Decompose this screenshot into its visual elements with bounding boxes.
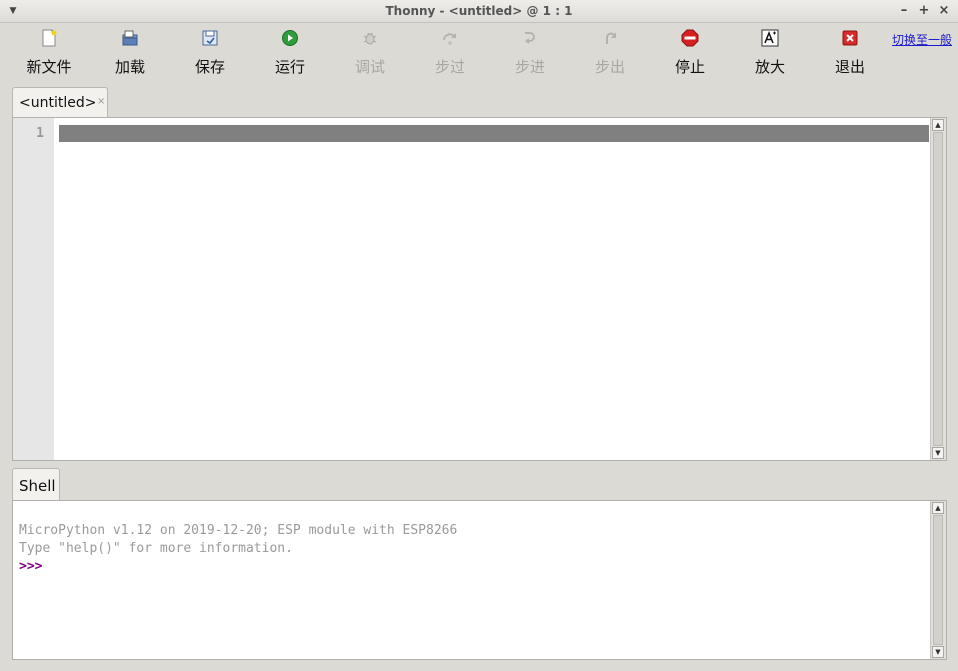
title-bar: ▼ Thonny - <untitled> @ 1 : 1 – + ×: [0, 0, 958, 23]
shell-scroll-down-arrow-icon[interactable]: ▼: [932, 646, 944, 658]
zoom-button[interactable]: 放大: [735, 27, 805, 77]
shell-scrollbar[interactable]: ▲ ▼: [930, 501, 946, 659]
shell-prompt[interactable]: >>>: [19, 559, 42, 574]
stop-button[interactable]: 停止: [655, 27, 725, 77]
scroll-down-arrow-icon[interactable]: ▼: [932, 447, 944, 459]
zoom-font-icon: [761, 29, 779, 47]
new-file-icon: [42, 29, 57, 47]
close-tab-icon[interactable]: ×: [97, 96, 105, 107]
code-text-area[interactable]: [54, 118, 930, 460]
shell-tab-label: Shell: [19, 477, 56, 495]
tab-untitled[interactable]: <untitled> ×: [12, 87, 108, 117]
exit-button[interactable]: 退出: [815, 27, 885, 77]
load-button[interactable]: 加载: [95, 27, 165, 77]
exit-icon: [842, 30, 858, 46]
step-into-button[interactable]: 步进: [495, 27, 565, 77]
run-button[interactable]: 运行: [255, 27, 325, 77]
window-title: Thonny - <untitled> @ 1 : 1: [385, 4, 573, 18]
shell-scrollbar-thumb[interactable]: [933, 515, 943, 645]
switch-mode-link[interactable]: 切换至一般: [892, 31, 952, 48]
step-out-button[interactable]: 步出: [575, 27, 645, 77]
scroll-up-arrow-icon[interactable]: ▲: [932, 119, 944, 131]
tab-label: <untitled>: [19, 95, 97, 111]
new-file-button[interactable]: 新文件: [14, 27, 84, 77]
step-over-button[interactable]: 步过: [415, 27, 485, 77]
save-icon: [202, 30, 218, 46]
shell-help-line: Type "help()" for more information.: [19, 541, 293, 556]
run-icon: [282, 30, 298, 46]
stop-icon: [681, 29, 699, 47]
step-over-icon: [443, 33, 456, 45]
scrollbar-thumb[interactable]: [933, 132, 943, 446]
code-editor: 1 ▲ ▼: [12, 117, 947, 461]
save-button[interactable]: 保存: [175, 27, 245, 77]
step-out-icon: [606, 32, 616, 44]
open-folder-icon: [122, 30, 138, 46]
step-into-icon: [525, 32, 535, 44]
shell-scroll-up-arrow-icon[interactable]: ▲: [932, 502, 944, 514]
current-line-highlight: [59, 125, 929, 142]
toolbar: 新文件 加载 保存 运行 调试 步过 步进 步出 停止 放大 退出 切换至一般: [0, 23, 958, 85]
shell-banner-line: MicroPython v1.12 on 2019-12-20; ESP mod…: [19, 523, 458, 538]
tab-shell[interactable]: Shell: [12, 468, 60, 501]
minimize-button[interactable]: –: [896, 3, 912, 19]
close-window-button[interactable]: ×: [936, 3, 952, 19]
line-number: 1: [36, 126, 44, 141]
editor-scrollbar[interactable]: ▲ ▼: [930, 118, 946, 460]
debug-icon: [363, 32, 377, 45]
maximize-button[interactable]: +: [916, 3, 932, 19]
shell-panel[interactable]: MicroPython v1.12 on 2019-12-20; ESP mod…: [12, 500, 947, 660]
shell-output: MicroPython v1.12 on 2019-12-20; ESP mod…: [19, 522, 457, 576]
line-number-gutter: 1: [13, 118, 54, 460]
debug-button[interactable]: 调试: [335, 27, 405, 77]
